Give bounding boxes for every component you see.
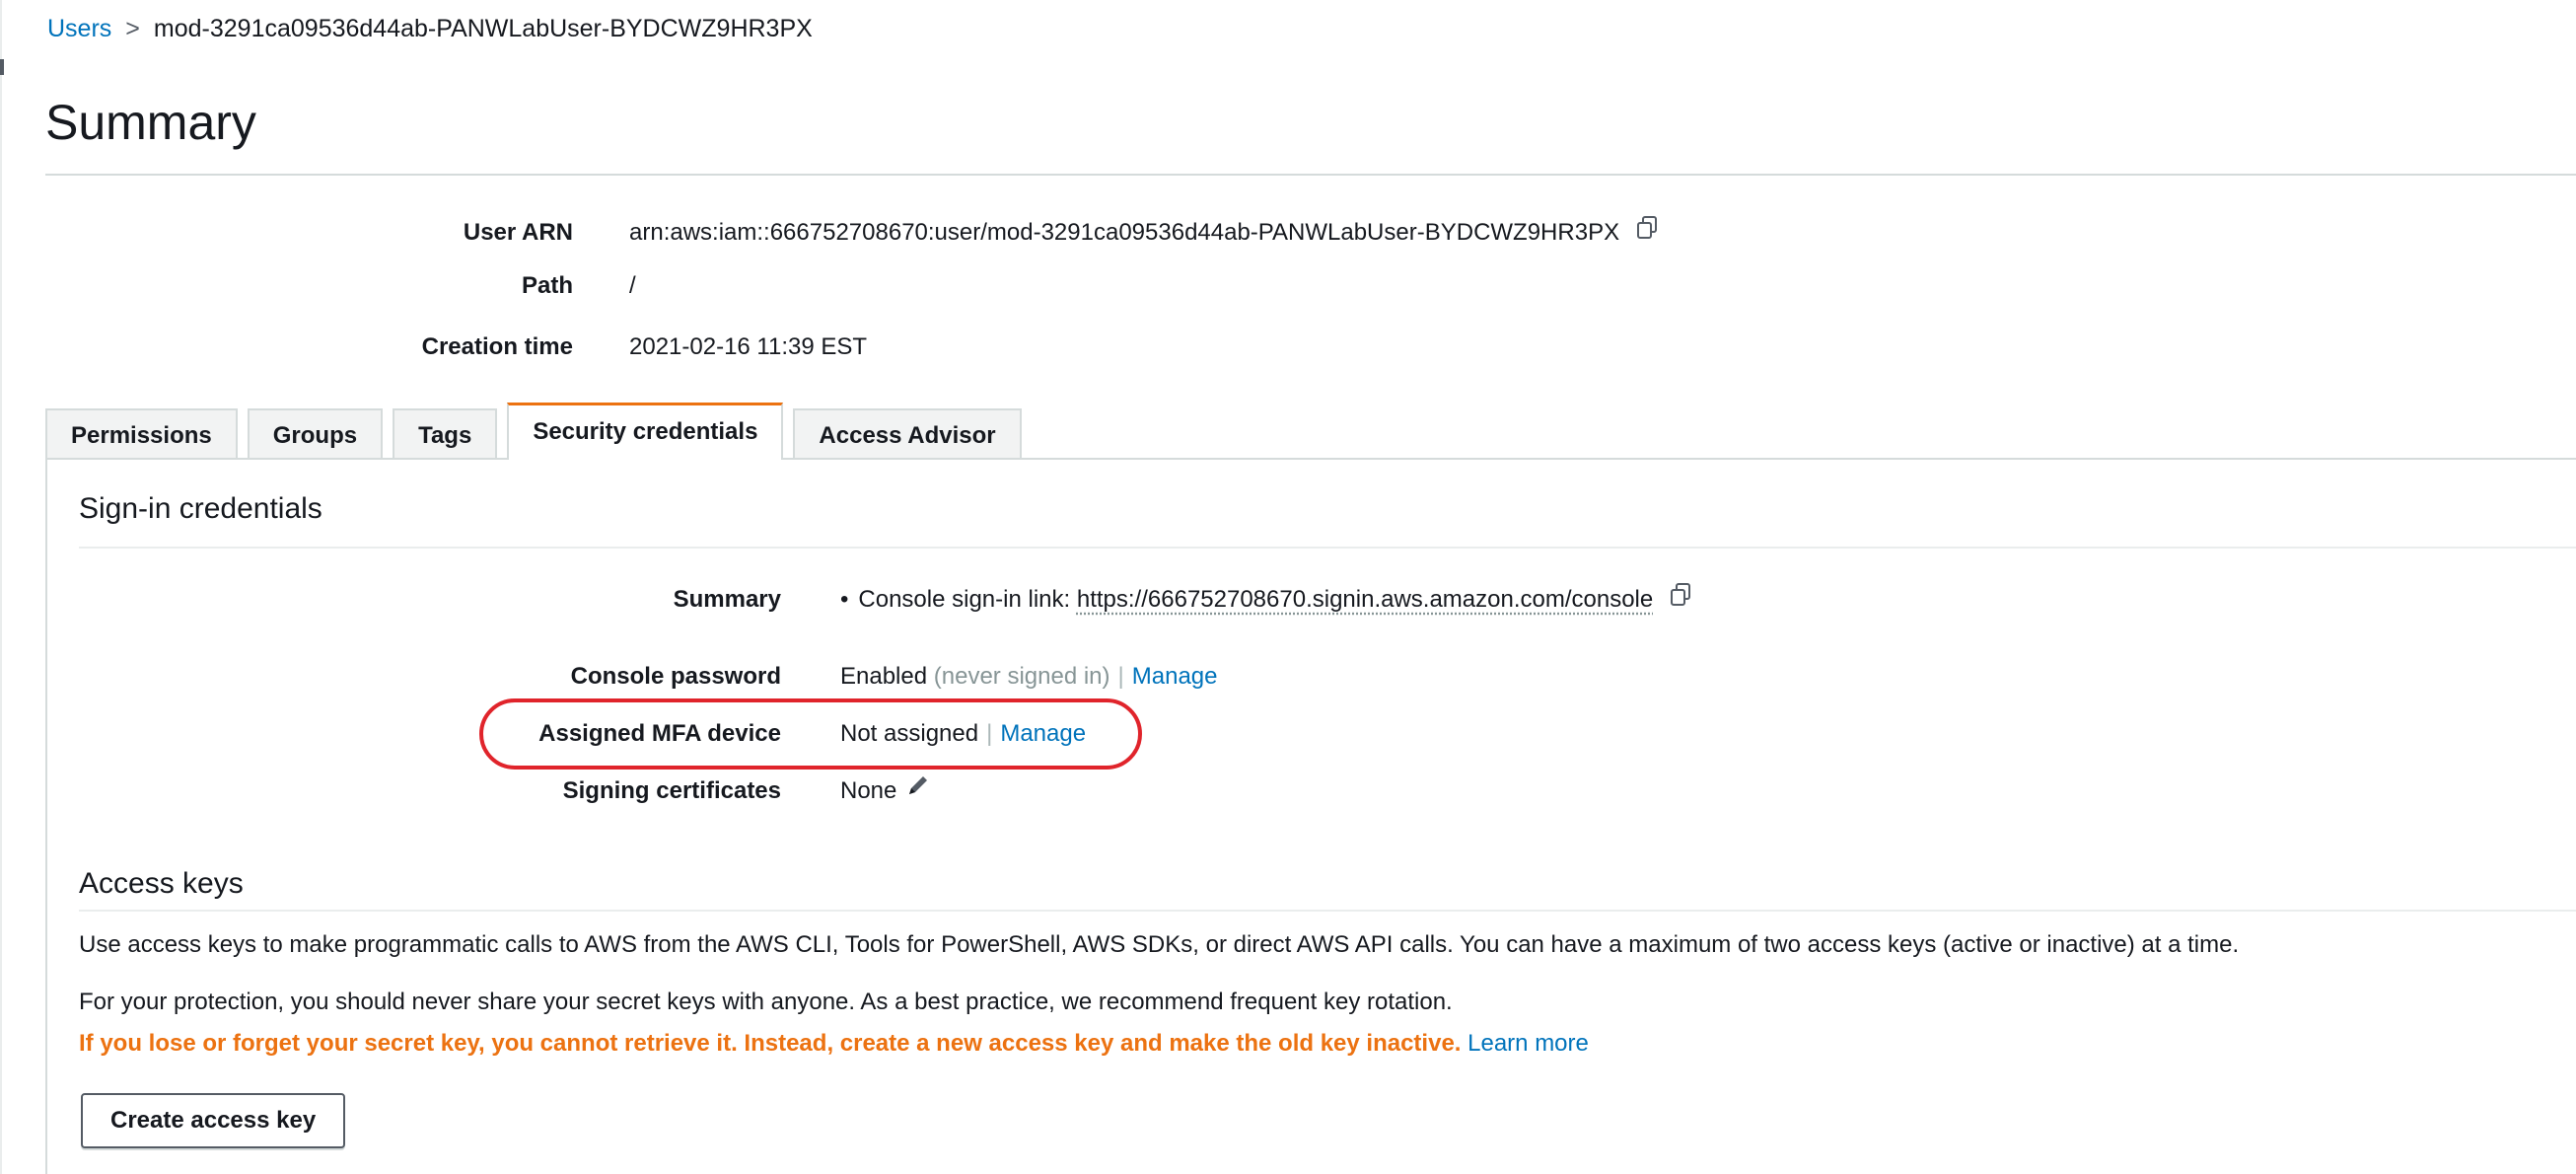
mfa-manage-link[interactable]: Manage [1000,720,1086,747]
console-signin-link[interactable]: https://666752708670.signin.aws.amazon.c… [1077,586,1653,613]
console-password-manage-link[interactable]: Manage [1132,663,1218,690]
copy-icon[interactable] [1635,214,1659,254]
left-resize-handle[interactable] [0,59,4,75]
signing-certificates-label: Signing certificates [562,777,781,804]
separator: | [1117,663,1124,690]
signin-summary-row: Summary • Console sign-in link: https://6… [0,580,2576,620]
breadcrumb-users-link[interactable]: Users [47,15,111,42]
copy-icon[interactable] [1669,581,1692,621]
user-arn-value: arn:aws:iam::666752708670:user/mod-3291c… [629,213,1659,254]
signin-summary-value: • Console sign-in link: https://666752708… [840,580,1692,621]
bullet: • [840,586,849,613]
breadcrumb-current: mod-3291ca09536d44ab-PANWLabUser-BYDCWZ9… [153,15,813,42]
secret-key-warning-line: If you lose or forget your secret key, y… [79,1026,1589,1062]
tab-tags[interactable]: Tags [393,408,498,460]
tab-groups[interactable]: Groups [247,408,384,460]
console-password-value: Enabled (never signed in) | Manage [840,657,1217,697]
mfa-device-status: Not assigned [840,720,979,747]
separator: | [986,720,993,747]
breadcrumb-separator: > [125,15,140,42]
breadcrumb: Users > mod-3291ca09536d44ab-PANWLabUser-B… [47,12,813,45]
console-signin-link-label: Console sign-in link: [858,586,1071,613]
signing-certificates-row: Signing certificates None [0,771,2576,811]
creation-time-row: Creation time 2021-02-16 11:39 EST [0,328,2576,367]
creation-time-label: Creation time [421,333,573,360]
console-password-status: Enabled [840,663,928,690]
mfa-device-label: Assigned MFA device [538,720,781,747]
console-password-label: Console password [570,663,781,690]
create-access-key-button[interactable]: Create access key [81,1093,346,1148]
signin-summary-label: Summary [673,586,781,613]
mfa-device-value: Not assigned | Manage [840,714,1086,754]
user-arn-row: User ARN arn:aws:iam::666752708670:user/… [0,213,2576,253]
tab-security-credentials[interactable]: Security credentials [507,403,784,460]
signing-certificates-value: None [840,771,932,812]
tab-permissions[interactable]: Permissions [45,408,238,460]
creation-time-value: 2021-02-16 11:39 EST [629,333,868,360]
user-arn-label: User ARN [463,219,573,246]
tab-access-advisor[interactable]: Access Advisor [793,408,1022,460]
title-divider [45,174,2576,176]
path-label: Path [521,272,573,299]
console-password-note: (never signed in) [933,663,1110,690]
console-password-row: Console password Enabled (never signed i… [0,657,2576,697]
path-row: Path / [0,266,2576,306]
learn-more-link[interactable]: Learn more [1467,1030,1589,1057]
tab-bar: Permissions Groups Tags Security credent… [45,403,1032,460]
path-value: / [629,272,636,299]
pencil-icon[interactable] [904,771,932,812]
user-arn-text: arn:aws:iam::666752708670:user/mod-3291c… [629,219,1620,246]
secret-key-warning: If you lose or forget your secret key, y… [79,1030,1462,1057]
page-title: Summary [45,95,256,150]
mfa-device-row: Assigned MFA device Not assigned | Manage [0,714,2576,754]
signing-certificates-text: None [840,777,897,804]
